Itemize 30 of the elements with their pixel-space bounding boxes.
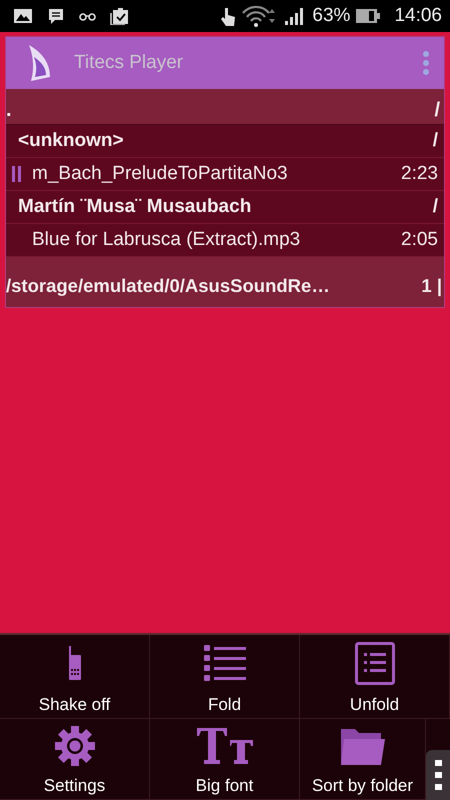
- more-tab[interactable]: [426, 750, 450, 800]
- item-count: 1 |: [421, 275, 442, 297]
- track-row[interactable]: m_Bach_PreludeToPartitaNo3 2:23: [6, 158, 444, 191]
- battery-level: 63%: [312, 5, 350, 27]
- battery-icon: [356, 9, 380, 23]
- glasses-icon: [79, 11, 96, 21]
- menu-item[interactable]: Unfold: [300, 635, 450, 719]
- app-title: Titecs Player: [74, 52, 184, 74]
- menu-item[interactable]: Fold: [150, 635, 300, 719]
- folder-row[interactable]: <unknown> /: [6, 125, 444, 158]
- chat-icon: [47, 7, 65, 25]
- font-size-icon: [196, 728, 252, 764]
- menu-item[interactable]: Sort by folder: [300, 719, 426, 800]
- clipboard-icon: [110, 7, 130, 25]
- more-icon[interactable]: [434, 760, 442, 790]
- track-row[interactable]: Blue for Labrusca (Extract).mp3 2:05: [6, 224, 444, 257]
- list-box-icon: [354, 642, 394, 684]
- menu-item[interactable]: Shake off: [0, 635, 150, 719]
- list-icon: [204, 645, 246, 681]
- settings-icon: [54, 726, 94, 766]
- folder-icon: [340, 726, 384, 764]
- menu-item[interactable]: Big font: [150, 719, 300, 800]
- phone-icon: [68, 646, 82, 680]
- clock: 14:06: [394, 5, 442, 27]
- app-logo-icon: [26, 43, 52, 83]
- touch-icon: [220, 5, 236, 27]
- picture-icon: [13, 8, 33, 24]
- menu-item[interactable]: Settings: [0, 719, 150, 800]
- folder-path: /storage/emulated/0/AsusSoundRe…: [6, 275, 330, 297]
- folder-row[interactable]: Martín ¨Musa¨ Musaubach /: [6, 191, 444, 224]
